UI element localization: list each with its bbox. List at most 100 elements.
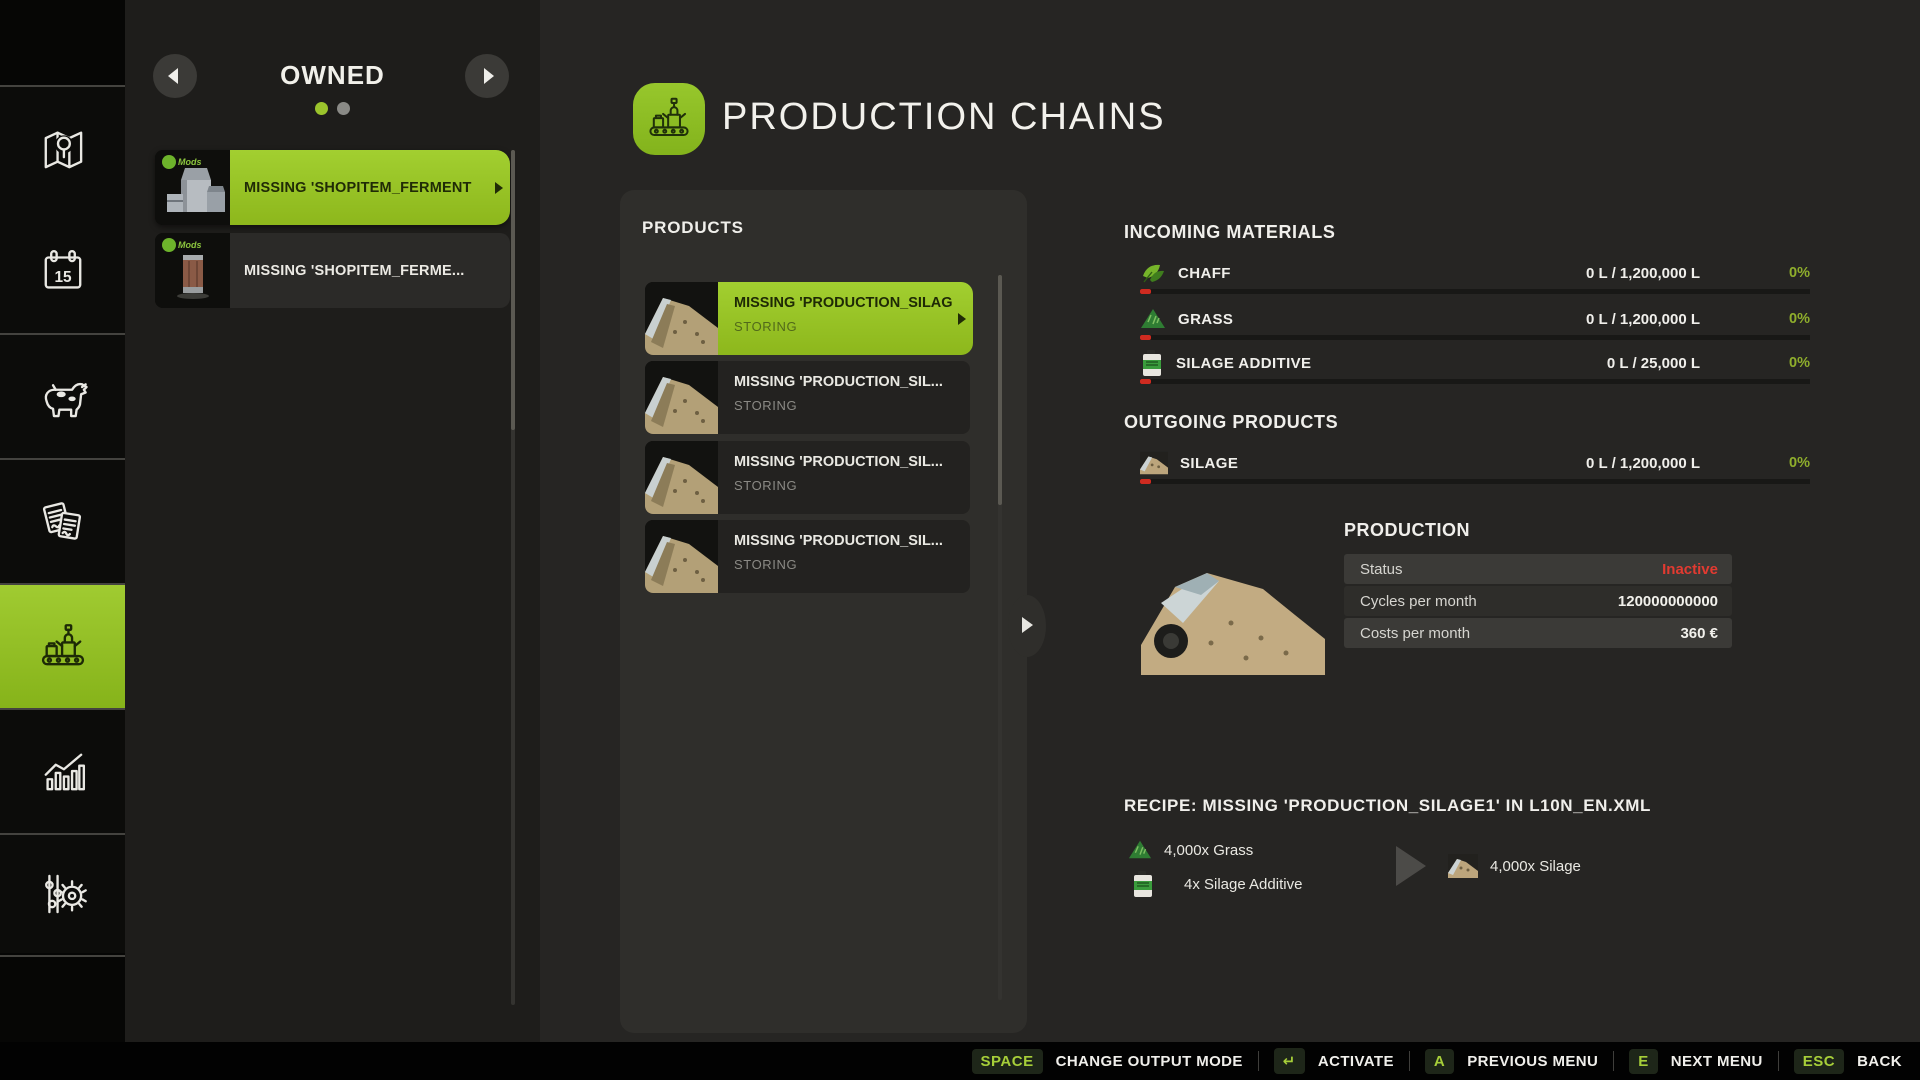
action-label: PREVIOUS MENU [1467,1053,1598,1070]
product-list-item[interactable]: MISSING 'PRODUCTION_SIL... STORING [645,520,970,593]
calendar-day: 15 [54,268,72,285]
outgoing-products-heading: OUTGOING PRODUCTS [1124,412,1338,433]
products-scrollbar-thumb[interactable] [998,275,1002,505]
arrow-right-icon [495,182,503,194]
progress-fill [1140,479,1151,484]
status-value: Inactive [1662,561,1718,578]
material-amount: 0 L / 1,200,000 L [1586,455,1700,472]
product-item-label: MISSING 'PRODUCTION_SIL... STORING [718,520,970,593]
recipe-arrow-icon [1396,846,1426,886]
action-previous-menu[interactable]: A PREVIOUS MENU [1425,1049,1598,1074]
settings-sliders-icon [34,865,92,923]
product-item-label: MISSING 'PRODUCTION_SIL... STORING [718,441,970,514]
sidebar-item-map[interactable] [0,87,125,210]
material-name: CHAFF [1178,265,1231,282]
owned-scrollbar[interactable] [511,150,515,1005]
production-icon [34,618,92,676]
grass-icon [1140,306,1166,332]
silage-additive-icon [1140,349,1164,377]
page-dot [337,102,350,115]
silage-thumbnail [645,441,718,514]
key-a: A [1425,1049,1454,1074]
product-list-item[interactable]: MISSING 'PRODUCTION_SIL... STORING [645,441,970,514]
owned-list-item[interactable]: Mods MISSING 'SHOPITEM_FERME... [155,233,510,308]
material-percent: 0% [1700,455,1810,471]
action-label: NEXT MENU [1671,1053,1763,1070]
divider [0,955,125,957]
action-activate[interactable]: ↵ ACTIVATE [1274,1048,1394,1074]
sidebar-item-production-chains[interactable] [0,585,125,708]
sidebar-item-statistics[interactable] [0,710,125,833]
silage-additive-icon [1132,870,1154,898]
silage-thumbnail [645,361,718,434]
page-title: PRODUCTION CHAINS [722,96,1166,139]
action-label: BACK [1857,1053,1902,1070]
material-progressbar [1140,479,1810,484]
material-amount: 0 L / 1,200,000 L [1586,265,1700,282]
products-panel: PRODUCTS MISSING 'PRODUCTION_SILAG STORI… [620,190,1027,1033]
sidebar-item-settings[interactable] [0,835,125,953]
material-amount: 0 L / 25,000 L [1607,355,1700,372]
chaff-icon [1140,260,1166,286]
silage-icon [1140,451,1168,475]
product-item-title: MISSING 'PRODUCTION_SIL... [734,374,950,390]
action-next-menu[interactable]: E NEXT MENU [1629,1049,1762,1074]
fermenting-tower-thumbnail: Mods [155,233,230,308]
production-costs-row: Costs per month 360 € [1344,618,1732,648]
arrow-right-icon [958,313,966,325]
arrow-right-icon [1022,617,1033,633]
svg-text:Mods: Mods [178,157,202,167]
progress-fill [1140,335,1151,340]
owned-list-item[interactable]: Mods MISSING 'SHOPITEM_FERMENT [155,150,510,225]
product-list-item[interactable]: MISSING 'PRODUCTION_SIL... STORING [645,361,970,434]
page-dot-active [315,102,328,115]
material-row: CHAFF 0 L / 1,200,000 L 0% [1140,260,1810,286]
product-item-status: STORING [734,478,950,493]
product-item-title: MISSING 'PRODUCTION_SIL... [734,454,950,470]
material-progressbar [1140,335,1810,340]
material-amount: 0 L / 1,200,000 L [1586,311,1700,328]
material-progressbar [1140,379,1810,384]
sidebar-item-animals[interactable] [0,335,125,458]
action-label: ACTIVATE [1318,1053,1394,1070]
recipe-ingredient-qty: 4,000x Grass [1164,842,1253,859]
material-row: SILAGE ADDITIVE 0 L / 25,000 L 0% [1140,350,1810,376]
products-scrollbar[interactable] [998,275,1002,1000]
material-name: GRASS [1178,311,1233,328]
material-percent: 0% [1700,265,1810,281]
product-list-item[interactable]: MISSING 'PRODUCTION_SILAG STORING [645,282,970,355]
production-heading: PRODUCTION [1344,520,1470,541]
page-dots [125,102,540,115]
silage-thumbnail [645,282,718,355]
bottom-action-bar: SPACE CHANGE OUTPUT MODE ↵ ACTIVATE A PR… [0,1042,1920,1080]
recipe-ingredient-qty: 4x Silage Additive [1184,876,1302,893]
key-e: E [1629,1049,1658,1074]
next-section-marker[interactable] [1008,595,1046,657]
material-name: SILAGE ADDITIVE [1176,355,1311,372]
action-back[interactable]: ESC BACK [1794,1049,1902,1074]
product-item-label: MISSING 'PRODUCTION_SIL... STORING [718,361,970,434]
arrow-right-icon [484,68,494,84]
sidebar-item-calendar[interactable]: 15 [0,210,125,333]
product-item-title: MISSING 'PRODUCTION_SIL... [734,533,950,549]
product-item-title: MISSING 'PRODUCTION_SILAG [734,295,953,311]
contracts-icon [34,493,92,551]
sidebar-item-contracts[interactable] [0,460,125,583]
product-item-status: STORING [734,398,950,413]
action-change-output-mode[interactable]: SPACE CHANGE OUTPUT MODE [972,1049,1243,1074]
silage-icon [1448,854,1478,878]
key-space: SPACE [972,1049,1043,1074]
material-progressbar [1140,289,1810,294]
products-heading: PRODUCTS [642,218,744,238]
owned-next-button[interactable] [465,54,509,98]
owned-item-title: MISSING 'SHOPITEM_FERME... [244,263,465,279]
material-row: GRASS 0 L / 1,200,000 L 0% [1140,306,1810,332]
production-cycles-row: Cycles per month 120000000000 [1344,586,1732,616]
divider [1409,1051,1410,1071]
key-esc: ESC [1794,1049,1844,1074]
product-item-status: STORING [734,319,953,334]
owned-scrollbar-thumb[interactable] [511,150,515,430]
recipe-output: 4,000x Silage [1448,854,1581,878]
map-icon [34,120,92,178]
recipe-input: 4,000x Grass [1128,838,1253,862]
